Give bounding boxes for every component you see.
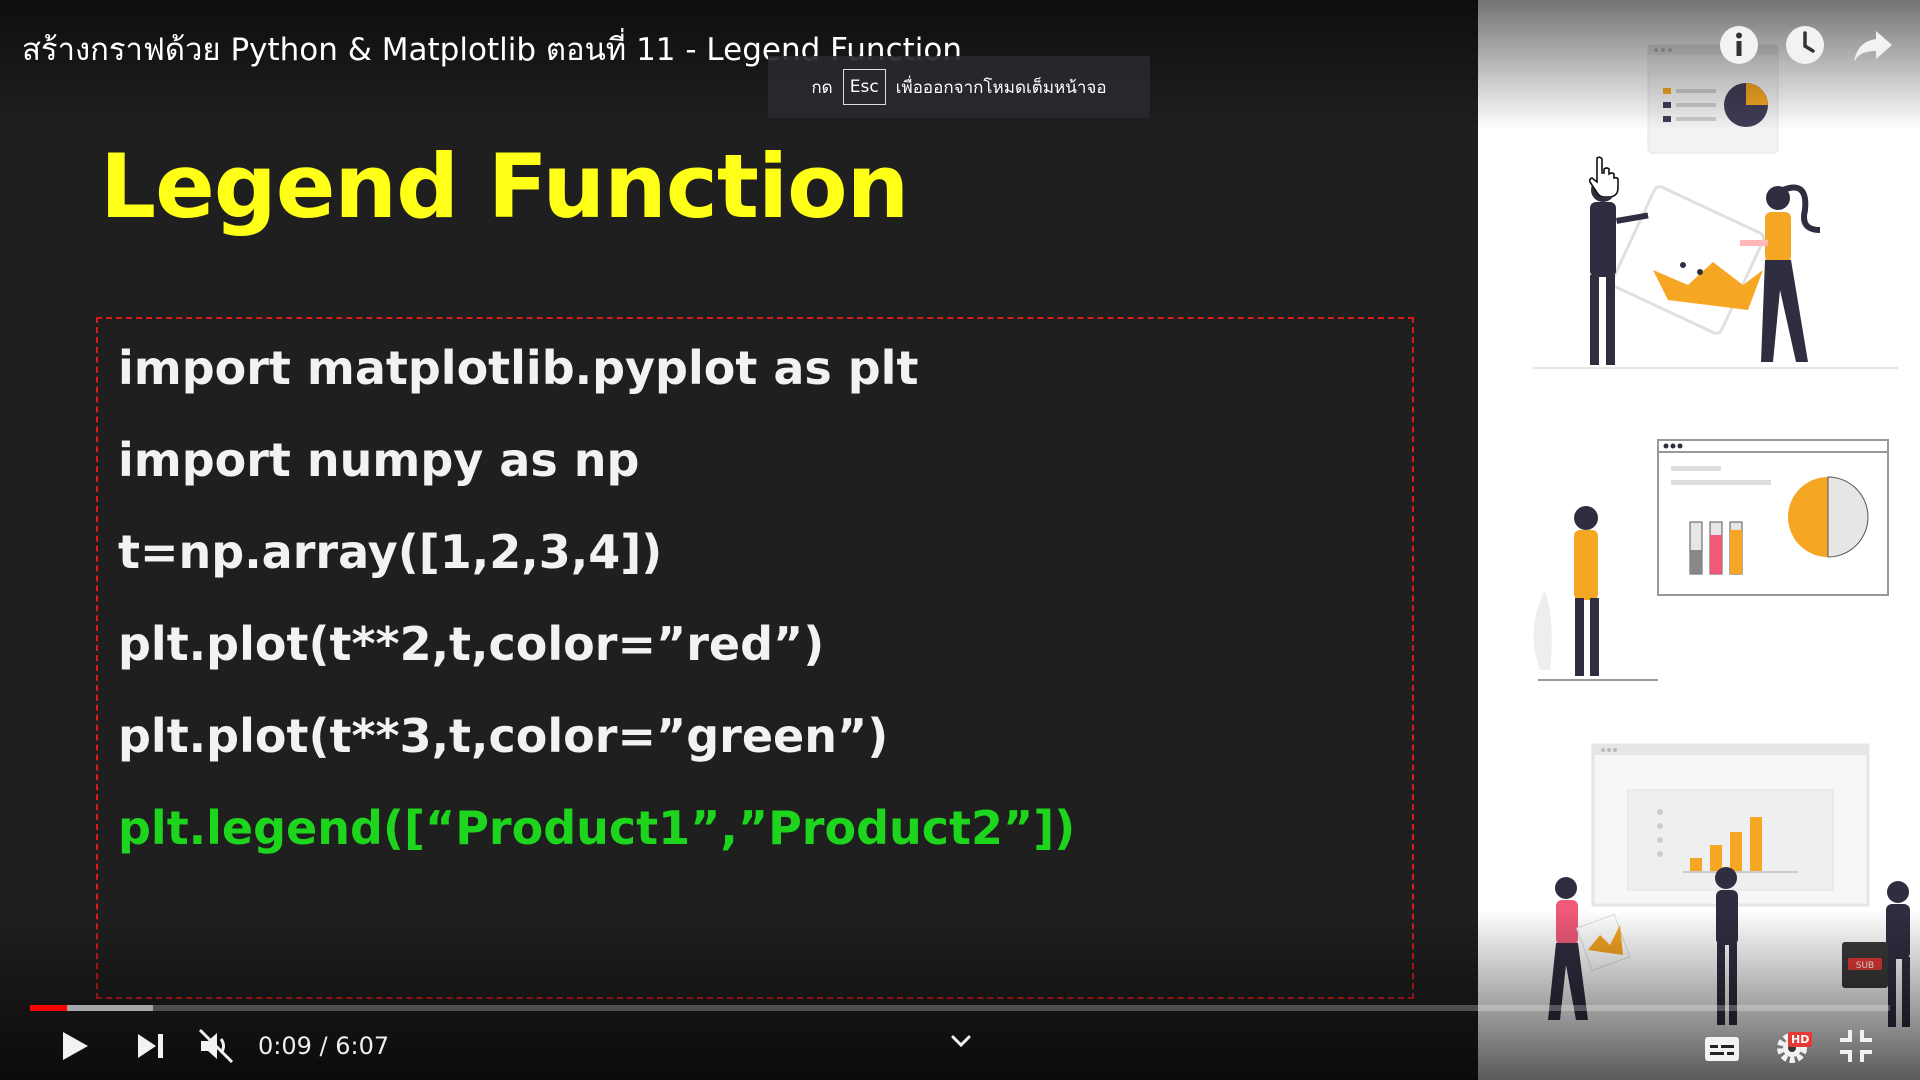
next-icon[interactable]: [130, 1026, 170, 1066]
progress-bar[interactable]: [30, 1005, 1890, 1011]
slide: Legend Function import matplotlib.pyplot…: [0, 0, 1478, 1080]
slide-title: Legend Function: [100, 135, 909, 238]
esc-key: Esc: [842, 69, 886, 105]
code-line-3: t=np.array([1,2,3,4]): [118, 525, 663, 579]
time-display: 0:09 / 6:07: [258, 1032, 389, 1060]
subscribe-badge: SUB: [1842, 942, 1888, 988]
code-line-2: import numpy as np: [118, 433, 640, 487]
time-separator: /: [311, 1032, 336, 1060]
scene-people-holding-chart: [1533, 178, 1898, 369]
exit-fullscreen-toast: กด Esc เพื่อออกจากโหมดเต็มหน้าจอ: [768, 56, 1150, 118]
hand-cursor-icon: [1588, 156, 1619, 197]
code-line-6: plt.legend([“Product1”,”Product2”]): [118, 801, 1076, 855]
toast-suffix: เพื่อออกจากโหมดเต็มหน้าจอ: [895, 77, 1107, 98]
data-analytics-illustration: SUB: [1533, 44, 1910, 1027]
subtitles-icon[interactable]: [1702, 1028, 1742, 1068]
share-icon[interactable]: [1850, 22, 1896, 68]
illustration-panel: SUB: [1478, 0, 1920, 1080]
time-current: 0:09: [258, 1032, 312, 1060]
time-total: 6:07: [335, 1032, 390, 1060]
code-line-4: plt.plot(t**2,t,color=”red”): [118, 617, 825, 671]
exit-fullscreen-icon[interactable]: [1836, 1026, 1876, 1066]
volume-muted-icon[interactable]: [196, 1026, 236, 1066]
toast-prefix: กด: [811, 77, 833, 98]
chevron-down-icon[interactable]: [948, 1028, 974, 1054]
progress-played: [30, 1005, 68, 1011]
sub-badge-text: SUB: [1856, 961, 1874, 971]
watch-later-icon[interactable]: [1782, 22, 1828, 68]
code-box: import matplotlib.pyplot as plt import n…: [96, 317, 1414, 999]
scene-window-bars-pie: [1533, 439, 1889, 681]
hd-badge: HD: [1788, 1032, 1813, 1047]
youtube-player[interactable]: Legend Function import matplotlib.pyplot…: [0, 0, 1920, 1080]
info-icon[interactable]: [1716, 22, 1762, 68]
play-icon[interactable]: [54, 1026, 94, 1066]
code-line-1: import matplotlib.pyplot as plt: [118, 341, 919, 395]
code-line-5: plt.plot(t**3,t,color=”green”): [118, 709, 889, 763]
